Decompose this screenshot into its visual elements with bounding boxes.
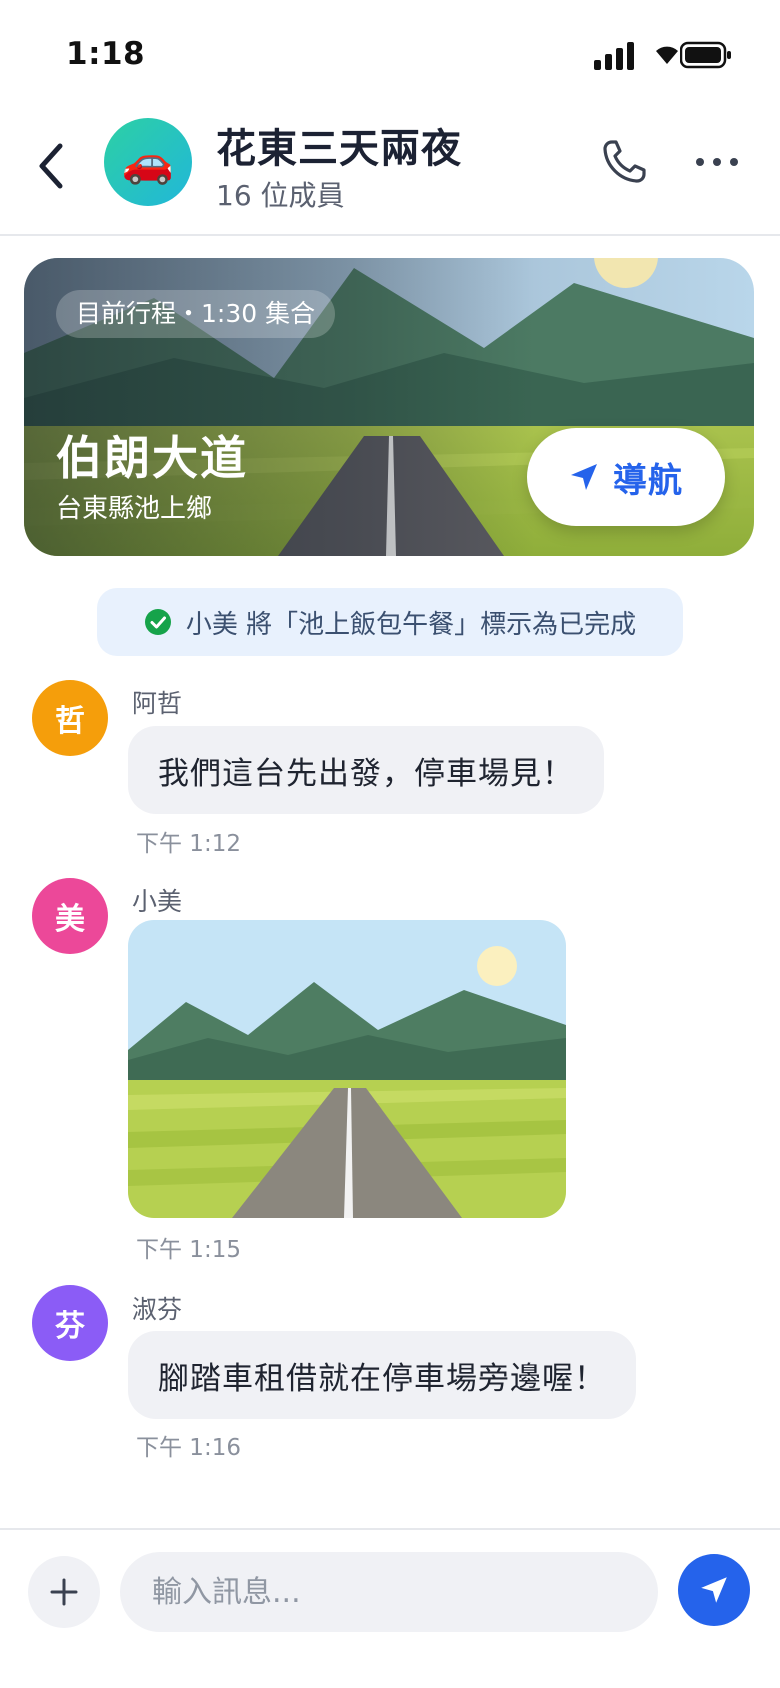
message-time: 下午 1:12 bbox=[136, 831, 241, 857]
check-circle-icon bbox=[144, 609, 171, 635]
avatar-initial: 哲 bbox=[55, 704, 85, 739]
avatar[interactable]: 美 bbox=[32, 878, 108, 954]
status-bar: 1:18 bbox=[0, 0, 780, 100]
member-count[interactable]: 16 位成員 bbox=[216, 174, 345, 214]
send-button[interactable] bbox=[678, 1554, 750, 1626]
message-time: 下午 1:16 bbox=[136, 1435, 241, 1461]
wifi-icon bbox=[656, 46, 678, 64]
message-input-bar bbox=[0, 1528, 780, 1688]
group-name[interactable]: 花東三天兩夜 bbox=[216, 116, 462, 174]
navigate-label: 導航 bbox=[613, 460, 683, 501]
sender-name: 小美 bbox=[132, 887, 183, 916]
message-time: 下午 1:15 bbox=[136, 1237, 241, 1263]
car-emoji-icon: 🚗 bbox=[121, 137, 175, 186]
add-attachment-button[interactable] bbox=[28, 1556, 100, 1628]
landscape-photo bbox=[128, 920, 566, 1218]
avatar-initial: 美 bbox=[55, 902, 85, 937]
message-bubble[interactable]: 腳踏車租借就在停車場旁邊喔！ bbox=[128, 1331, 636, 1419]
battery-icon bbox=[680, 41, 731, 69]
system-notice: 小美 將「池上飯包午餐」標示為已完成 bbox=[97, 588, 683, 656]
message-bubble[interactable]: 我們這台先出發，停車場見！ bbox=[128, 726, 604, 814]
status-time: 1:18 bbox=[66, 36, 146, 72]
avatar[interactable]: 芬 bbox=[32, 1285, 108, 1361]
more-dots-icon[interactable] bbox=[694, 144, 740, 180]
notice-text: 小美 將「池上飯包午餐」標示為已完成 bbox=[185, 609, 637, 640]
group-avatar[interactable]: 🚗 bbox=[104, 118, 192, 206]
trip-address: 台東縣池上鄉 bbox=[56, 494, 213, 524]
back-arrow-icon[interactable] bbox=[30, 138, 74, 194]
avatar[interactable]: 哲 bbox=[32, 680, 108, 756]
sender-name: 阿哲 bbox=[132, 689, 183, 718]
navigate-button[interactable]: 導航 bbox=[527, 428, 725, 526]
plus-icon bbox=[50, 1578, 78, 1606]
photo-message[interactable] bbox=[128, 920, 566, 1218]
phone-icon[interactable] bbox=[598, 136, 650, 188]
send-arrow-icon bbox=[701, 1577, 727, 1603]
message-input[interactable] bbox=[120, 1552, 658, 1632]
avatar-initial: 芬 bbox=[55, 1309, 85, 1344]
trip-status-badge: 目前行程・1:30 集合 bbox=[56, 290, 336, 338]
sender-name: 淑芬 bbox=[132, 1295, 183, 1324]
current-trip-card[interactable]: 目前行程・1:30 集合 伯朗大道 台東縣池上鄉 導航 bbox=[24, 258, 754, 556]
navigation-arrow-icon bbox=[571, 464, 597, 490]
chat-screen: 1:18 🚗 花東三天兩夜 16 位成員 目前行程・1:30 集合 伯朗大道 台… bbox=[0, 0, 780, 1688]
trip-place-name: 伯朗大道 bbox=[56, 431, 248, 485]
chat-header: 🚗 花東三天兩夜 16 位成員 bbox=[0, 100, 780, 236]
signal-icon bbox=[594, 42, 634, 70]
